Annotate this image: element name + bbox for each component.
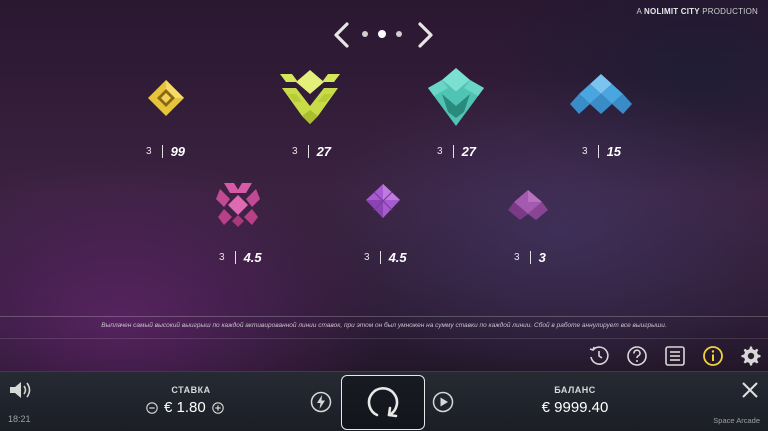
violet-small-symbol (506, 188, 550, 222)
payout-row-lime: 3 27 (292, 144, 332, 159)
chevron-left-icon (334, 22, 349, 48)
help-button[interactable] (625, 344, 648, 367)
settings-button[interactable] (739, 344, 762, 367)
spin-button[interactable] (341, 375, 425, 430)
blue-pyramid-symbol (568, 72, 634, 120)
purple-diamond-symbol (360, 182, 406, 222)
clock-label: 18:21 (8, 414, 31, 424)
info-toolbar (587, 344, 762, 367)
history-button[interactable] (587, 344, 610, 367)
payout-row-teal: 3 27 (437, 144, 477, 159)
brand-label: A NOLIMIT CITY PRODUCTION (636, 7, 758, 16)
lime-w-symbol (272, 68, 348, 130)
history-icon (589, 345, 609, 365)
speaker-icon (10, 382, 31, 398)
page-indicator (362, 30, 402, 38)
info-button[interactable] (701, 344, 724, 367)
lightning-icon (310, 391, 332, 413)
pink-cross-symbol (214, 181, 262, 229)
payout-row-blue: 3 15 (582, 144, 622, 159)
chevron-right-icon (418, 22, 433, 48)
payout-row-purple: 3 4.5 (364, 250, 407, 265)
turbo-button[interactable] (310, 391, 332, 413)
help-icon (626, 345, 647, 366)
divider (0, 316, 768, 317)
page-dot-active[interactable] (378, 30, 386, 38)
bet-control: € 1.80 (146, 399, 224, 416)
yellow-diamond-symbol (144, 78, 188, 118)
close-icon (742, 382, 758, 398)
balance-value: € 9999.40 (541, 399, 609, 416)
close-button[interactable] (740, 380, 760, 400)
next-page-button[interactable] (415, 20, 437, 50)
bet-value: € 1.80 (164, 399, 206, 416)
minus-icon (146, 401, 158, 414)
payout-row-violet: 33 (514, 250, 546, 265)
page-dot[interactable] (362, 31, 368, 37)
game-name-label: Space Arcade (713, 416, 760, 425)
settings-icon (741, 346, 760, 365)
bottom-bar: 18:21 СТАВКА € 1.80 БАЛАНС € 9999.40 Spa… (0, 371, 768, 431)
prev-page-button[interactable] (330, 20, 352, 50)
sound-button[interactable] (8, 380, 34, 400)
play-icon (432, 391, 454, 413)
plus-icon (211, 401, 224, 414)
paytable-button[interactable] (663, 344, 686, 367)
autoplay-button[interactable] (432, 391, 454, 413)
game-screen: A NOLIMIT CITY PRODUCTION 3 99 3 27 3 27… (0, 0, 768, 431)
paytable-icon (664, 345, 685, 366)
bet-increase-button[interactable] (211, 401, 224, 414)
spin-icon (367, 386, 399, 417)
balance-label: БАЛАНС (554, 385, 596, 395)
info-icon (702, 345, 723, 366)
teal-v-symbol (420, 66, 492, 130)
page-dot[interactable] (396, 31, 402, 37)
bet-decrease-button[interactable] (146, 401, 158, 414)
rules-text: Выплачен самый высокий выигрыш по каждой… (101, 322, 667, 329)
divider (0, 338, 768, 339)
payout-row-pink: 3 4.5 (219, 250, 262, 265)
bet-label: СТАВКА (171, 385, 211, 395)
payout-row-yellow: 3 99 (146, 144, 186, 159)
